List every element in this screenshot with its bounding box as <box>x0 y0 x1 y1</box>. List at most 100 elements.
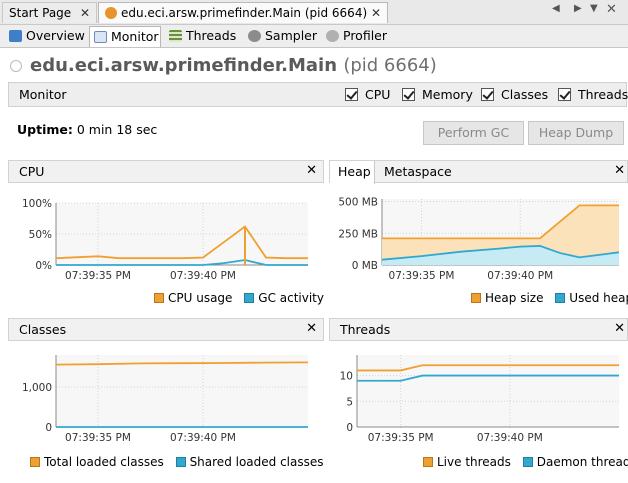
cpu-legend: CPU usage GC activity <box>154 291 324 305</box>
classes-panel-title: Classes <box>19 322 67 337</box>
legend-swatch-cpu-usage <box>154 293 164 303</box>
perform-gc-button[interactable]: Perform GC <box>423 121 524 145</box>
memory-checkbox[interactable] <box>402 88 415 101</box>
close-icon[interactable]: ✕ <box>80 3 90 23</box>
close-icon[interactable]: ✕ <box>371 3 381 23</box>
scroll-left-icon[interactable]: ◀ <box>552 3 560 14</box>
tab-overview[interactable]: Overview <box>5 26 87 47</box>
legend-swatch-shared-classes <box>175 457 186 467</box>
tab-start-page[interactable]: Start Page ✕ <box>2 2 97 23</box>
tab-sampler[interactable]: Sampler <box>244 26 318 47</box>
cpu-chart: 0% 50% 100% 07:39:35 PM 07:39:40 PM <box>22 198 308 282</box>
heap-chart: 0 MB 250 MB 500 MB 07:39:35 PM 07:39:40 PM <box>338 197 620 282</box>
uptime-value: 0 min 18 sec <box>76 122 158 137</box>
classes-chart: 0 1,000 07:39:35 PM 07:39:40 PM <box>22 355 309 444</box>
app-name: edu.eci.arsw.primefinder.Main <box>30 55 338 76</box>
heap-dump-button[interactable]: Heap Dump <box>528 121 624 145</box>
threads-checkbox-label: Threads <box>578 87 628 102</box>
y-tick-label: 5 <box>346 396 353 408</box>
cpu-panel-title: CPU <box>19 164 45 179</box>
monitor-section-label: Monitor <box>19 87 67 102</box>
y-tick-label: 1,000 <box>22 382 52 394</box>
heap-panel-header: Heap Metaspace ✕ <box>329 160 628 184</box>
threads-chart: 0 5 10 07:39:35 PM 07:39:40 PM <box>340 355 619 444</box>
close-window-icon[interactable]: ✕ <box>606 2 617 17</box>
y-tick-label: 10 <box>340 371 353 383</box>
tab-profiler-label: Profiler <box>343 28 388 43</box>
tab-profiler[interactable]: Profiler <box>322 26 390 47</box>
legend-gc-activity: GC activity <box>258 291 324 305</box>
x-tick-label: 07:39:40 PM <box>477 432 543 444</box>
tab-threads[interactable]: Threads <box>165 26 239 47</box>
threads-icon <box>169 30 182 42</box>
legend-heap-size: Heap size <box>485 291 544 305</box>
y-tick-label: 250 MB <box>338 228 378 240</box>
scroll-right-icon[interactable]: ▶ <box>574 3 582 14</box>
legend-swatch-heap-size <box>471 293 481 303</box>
monitor-section-bar: Monitor CPU Memory Classes Threads <box>8 82 628 107</box>
y-tick-label: 0 <box>346 422 353 434</box>
java-app-icon <box>105 7 117 19</box>
cpu-panel-header: CPU ✕ <box>8 160 324 183</box>
y-tick-label: 0% <box>35 260 52 272</box>
monitor-icon <box>94 31 107 43</box>
y-tick-label: 0 MB <box>352 260 378 272</box>
x-tick-label: 07:39:35 PM <box>65 270 131 282</box>
tab-threads-label: Threads <box>186 28 237 43</box>
uptime-label: Uptime: <box>17 122 73 137</box>
tab-start-page-label: Start Page <box>9 6 72 20</box>
tab-heap[interactable]: Heap <box>330 161 375 184</box>
cpu-panel: CPU ✕ 0% 50% 100% 07:39:35 PM 07:39:40 PM CP… <box>8 160 324 310</box>
x-tick-label: 07:39:35 PM <box>389 270 455 282</box>
threads-legend: Live threads Daemon threads <box>423 455 628 469</box>
uptime: Uptime: 0 min 18 sec <box>17 122 157 137</box>
tab-application-label: edu.eci.arsw.primefinder.Main (pid 6664) <box>121 6 368 20</box>
legend-swatch-daemon-threads <box>522 457 533 467</box>
tab-sampler-label: Sampler <box>265 28 318 43</box>
y-tick-label: 100% <box>22 198 52 210</box>
document-tab-bar: Start Page ✕ edu.eci.arsw.primefinder.Ma… <box>0 0 628 25</box>
plot-area <box>56 355 308 427</box>
app-pid: (pid 6664) <box>343 55 437 76</box>
threads-panel: Threads ✕ 0 5 10 07:39:35 PM 07:39:40 PM Liv… <box>329 318 628 478</box>
y-tick-label: 0 <box>45 422 52 434</box>
x-tick-label: 07:39:35 PM <box>368 432 434 444</box>
tab-monitor-label: Monitor <box>111 29 159 44</box>
heap-legend: Heap size Used heap <box>471 291 628 305</box>
status-indicator-icon <box>10 60 22 72</box>
legend-shared-classes: Shared loaded classes <box>189 455 324 469</box>
chevron-down-icon[interactable]: ▼ <box>590 3 598 14</box>
sampler-icon <box>248 30 261 42</box>
legend-total-classes: Total loaded classes <box>44 455 164 469</box>
classes-checkbox[interactable] <box>481 88 494 101</box>
legend-swatch-total-classes <box>30 457 40 467</box>
classes-panel-header: Classes ✕ <box>8 318 324 341</box>
x-tick-label: 07:39:40 PM <box>487 270 553 282</box>
classes-panel: Classes ✕ 0 1,000 07:39:35 PM 07:39:40 PM T… <box>8 318 324 478</box>
x-tick-label: 07:39:40 PM <box>170 432 236 444</box>
threads-panel-title: Threads <box>340 322 391 337</box>
info-icon <box>9 30 22 42</box>
legend-swatch-used-heap <box>555 293 566 303</box>
legend-daemon-threads: Daemon threads <box>536 455 628 469</box>
y-tick-label: 50% <box>29 229 52 241</box>
close-icon[interactable]: ✕ <box>614 321 625 336</box>
threads-checkbox[interactable] <box>558 88 571 101</box>
legend-swatch-live-threads <box>423 457 433 467</box>
legend-swatch-gc-activity <box>244 293 255 303</box>
tab-monitor[interactable]: Monitor <box>89 26 161 47</box>
cpu-checkbox-label: CPU <box>365 87 391 102</box>
close-icon[interactable]: ✕ <box>614 163 625 178</box>
y-tick-label: 500 MB <box>338 197 378 209</box>
close-icon[interactable]: ✕ <box>306 163 317 178</box>
legend-live-threads: Live threads <box>437 455 511 469</box>
tab-application[interactable]: edu.eci.arsw.primefinder.Main (pid 6664)… <box>98 2 388 23</box>
page-title: edu.eci.arsw.primefinder.Main (pid 6664) <box>30 55 437 76</box>
close-icon[interactable]: ✕ <box>306 321 317 336</box>
view-tab-bar: Overview Monitor Threads Sampler Profile… <box>0 25 628 48</box>
tab-metaspace[interactable]: Metaspace <box>384 161 464 184</box>
x-tick-label: 07:39:40 PM <box>170 270 236 282</box>
memory-checkbox-label: Memory <box>422 87 473 102</box>
profiler-icon <box>326 30 339 42</box>
cpu-checkbox[interactable] <box>345 88 358 101</box>
